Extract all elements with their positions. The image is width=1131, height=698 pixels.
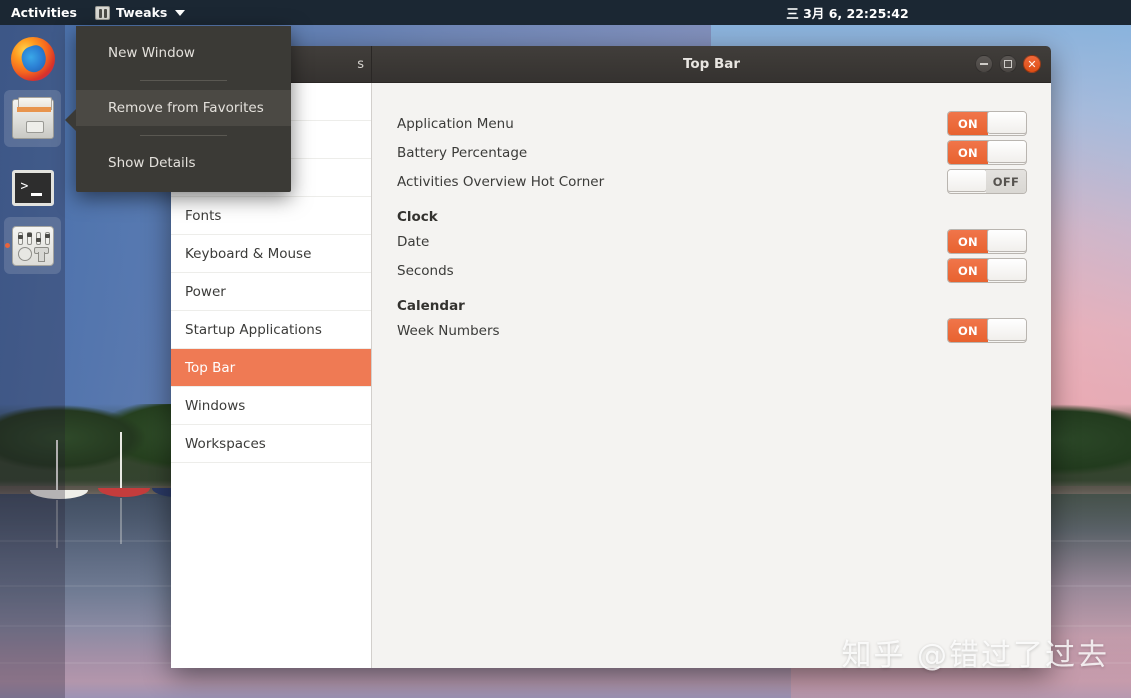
toggle-state-label: ON <box>948 230 988 253</box>
toggle-state-label: ON <box>948 141 988 164</box>
tweaks-icon <box>11 225 54 266</box>
maximize-button[interactable] <box>999 55 1017 73</box>
sidebar-item-label: Top Bar <box>185 359 236 376</box>
titlebar-left-text: s <box>357 56 364 72</box>
setting-row-date: Date ON <box>397 227 1027 256</box>
setting-row-battery-percentage: Battery Percentage ON <box>397 138 1027 167</box>
toggle-date[interactable]: ON <box>947 229 1027 254</box>
app-menu-label: Tweaks <box>115 5 168 20</box>
clock-indicator[interactable]: 三 3月 6, 22:25:42 <box>786 3 908 22</box>
firefox-icon <box>10 36 55 81</box>
tweaks-window: s Top Bar ✕ Fonts Keyboard & Mouse Power… <box>171 46 1051 668</box>
sidebar-item-label: Fonts <box>185 207 222 224</box>
chevron-down-icon <box>175 9 186 16</box>
setting-label: Battery Percentage <box>397 144 528 161</box>
menu-item-label: Show Details <box>108 155 196 171</box>
files-icon <box>11 96 54 139</box>
menu-item-label: Remove from Favorites <box>108 100 264 116</box>
menu-separator <box>140 135 227 136</box>
sidebar-item-keyboard-and-mouse[interactable]: Keyboard & Mouse <box>171 235 371 273</box>
menu-item-label: New Window <box>108 45 195 61</box>
window-titlebar[interactable]: s Top Bar ✕ <box>171 46 1051 83</box>
menu-item-new-window[interactable]: New Window <box>76 35 291 71</box>
dock: > <box>0 25 65 698</box>
activities-button[interactable]: Activities <box>0 5 87 20</box>
toggle-state-label: ON <box>948 259 988 282</box>
close-button[interactable]: ✕ <box>1023 55 1041 73</box>
setting-label: Date <box>397 233 430 250</box>
toggle-handle <box>987 319 1026 341</box>
sidebar-item-label: Workspaces <box>185 435 266 452</box>
sidebar-item-label: Keyboard & Mouse <box>185 245 312 262</box>
sidebar-item-label: Windows <box>185 397 246 414</box>
watermark: 知乎 @错过了过去 <box>841 638 1109 673</box>
toggle-handle <box>987 141 1026 163</box>
setting-row-week-numbers: Week Numbers ON <box>397 316 1027 345</box>
window-title: Top Bar <box>682 56 741 72</box>
menu-item-show-details[interactable]: Show Details <box>76 145 291 181</box>
toggle-battery-percentage[interactable]: ON <box>947 140 1027 165</box>
setting-row-application-menu: Application Menu ON <box>397 109 1027 138</box>
gnome-top-bar: Activities Tweaks 三 3月 6, 22:25:42 <box>0 0 1131 25</box>
toggle-handle <box>987 230 1026 252</box>
toggle-handle <box>948 170 987 192</box>
context-menu-pointer-icon <box>65 109 76 131</box>
window-controls: ✕ <box>975 46 1041 82</box>
dock-item-files[interactable] <box>4 90 61 147</box>
sidebar-item-windows[interactable]: Windows <box>171 387 371 425</box>
toggle-week-numbers[interactable]: ON <box>947 318 1027 343</box>
sidebar-item-label: Power <box>185 283 226 300</box>
dock-context-menu: New Window Remove from Favorites Show De… <box>65 26 291 192</box>
setting-label: Seconds <box>397 262 454 279</box>
sidebar-item-power[interactable]: Power <box>171 273 371 311</box>
desktop-screen: > s Top Bar ✕ Fonts Keyboard & Mouse Pow… <box>0 0 1131 698</box>
section-heading-clock: Clock <box>397 209 438 225</box>
section-heading-calendar: Calendar <box>397 298 465 314</box>
dock-item-firefox[interactable] <box>4 30 61 87</box>
settings-content-pane: Application Menu ON Battery Percentage O… <box>372 83 1051 668</box>
sidebar-item-fonts[interactable]: Fonts <box>171 197 371 235</box>
sidebar-item-label: Startup Applications <box>185 321 322 338</box>
setting-row-activities-overview-hot-corner: Activities Overview Hot Corner OFF <box>397 167 1027 196</box>
sidebar-item-workspaces[interactable]: Workspaces <box>171 425 371 463</box>
app-menu-button[interactable]: Tweaks <box>87 5 193 20</box>
setting-row-seconds: Seconds ON <box>397 256 1027 285</box>
toggle-state-label: ON <box>948 112 988 135</box>
sidebar-item-top-bar[interactable]: Top Bar <box>171 349 371 387</box>
setting-label: Activities Overview Hot Corner <box>397 173 605 190</box>
toggle-handle <box>987 112 1026 134</box>
sidebar-item-startup-applications[interactable]: Startup Applications <box>171 311 371 349</box>
running-indicator-dot <box>5 243 10 248</box>
menu-separator <box>140 80 227 81</box>
toggle-application-menu[interactable]: ON <box>947 111 1027 136</box>
toggle-state-label: OFF <box>986 170 1026 193</box>
toggle-handle <box>987 259 1026 281</box>
dock-item-terminal[interactable]: > <box>4 159 61 216</box>
menu-item-remove-from-favorites[interactable]: Remove from Favorites <box>76 90 291 126</box>
setting-label: Week Numbers <box>397 322 500 339</box>
tweaks-icon <box>94 5 110 20</box>
setting-label: Application Menu <box>397 115 514 132</box>
toggle-state-label: ON <box>948 319 988 342</box>
toggle-activities-overview-hot-corner[interactable]: OFF <box>947 169 1027 194</box>
terminal-icon: > <box>11 169 54 206</box>
toggle-seconds[interactable]: ON <box>947 258 1027 283</box>
minimize-button[interactable] <box>975 55 993 73</box>
dock-item-tweaks[interactable] <box>4 217 61 274</box>
